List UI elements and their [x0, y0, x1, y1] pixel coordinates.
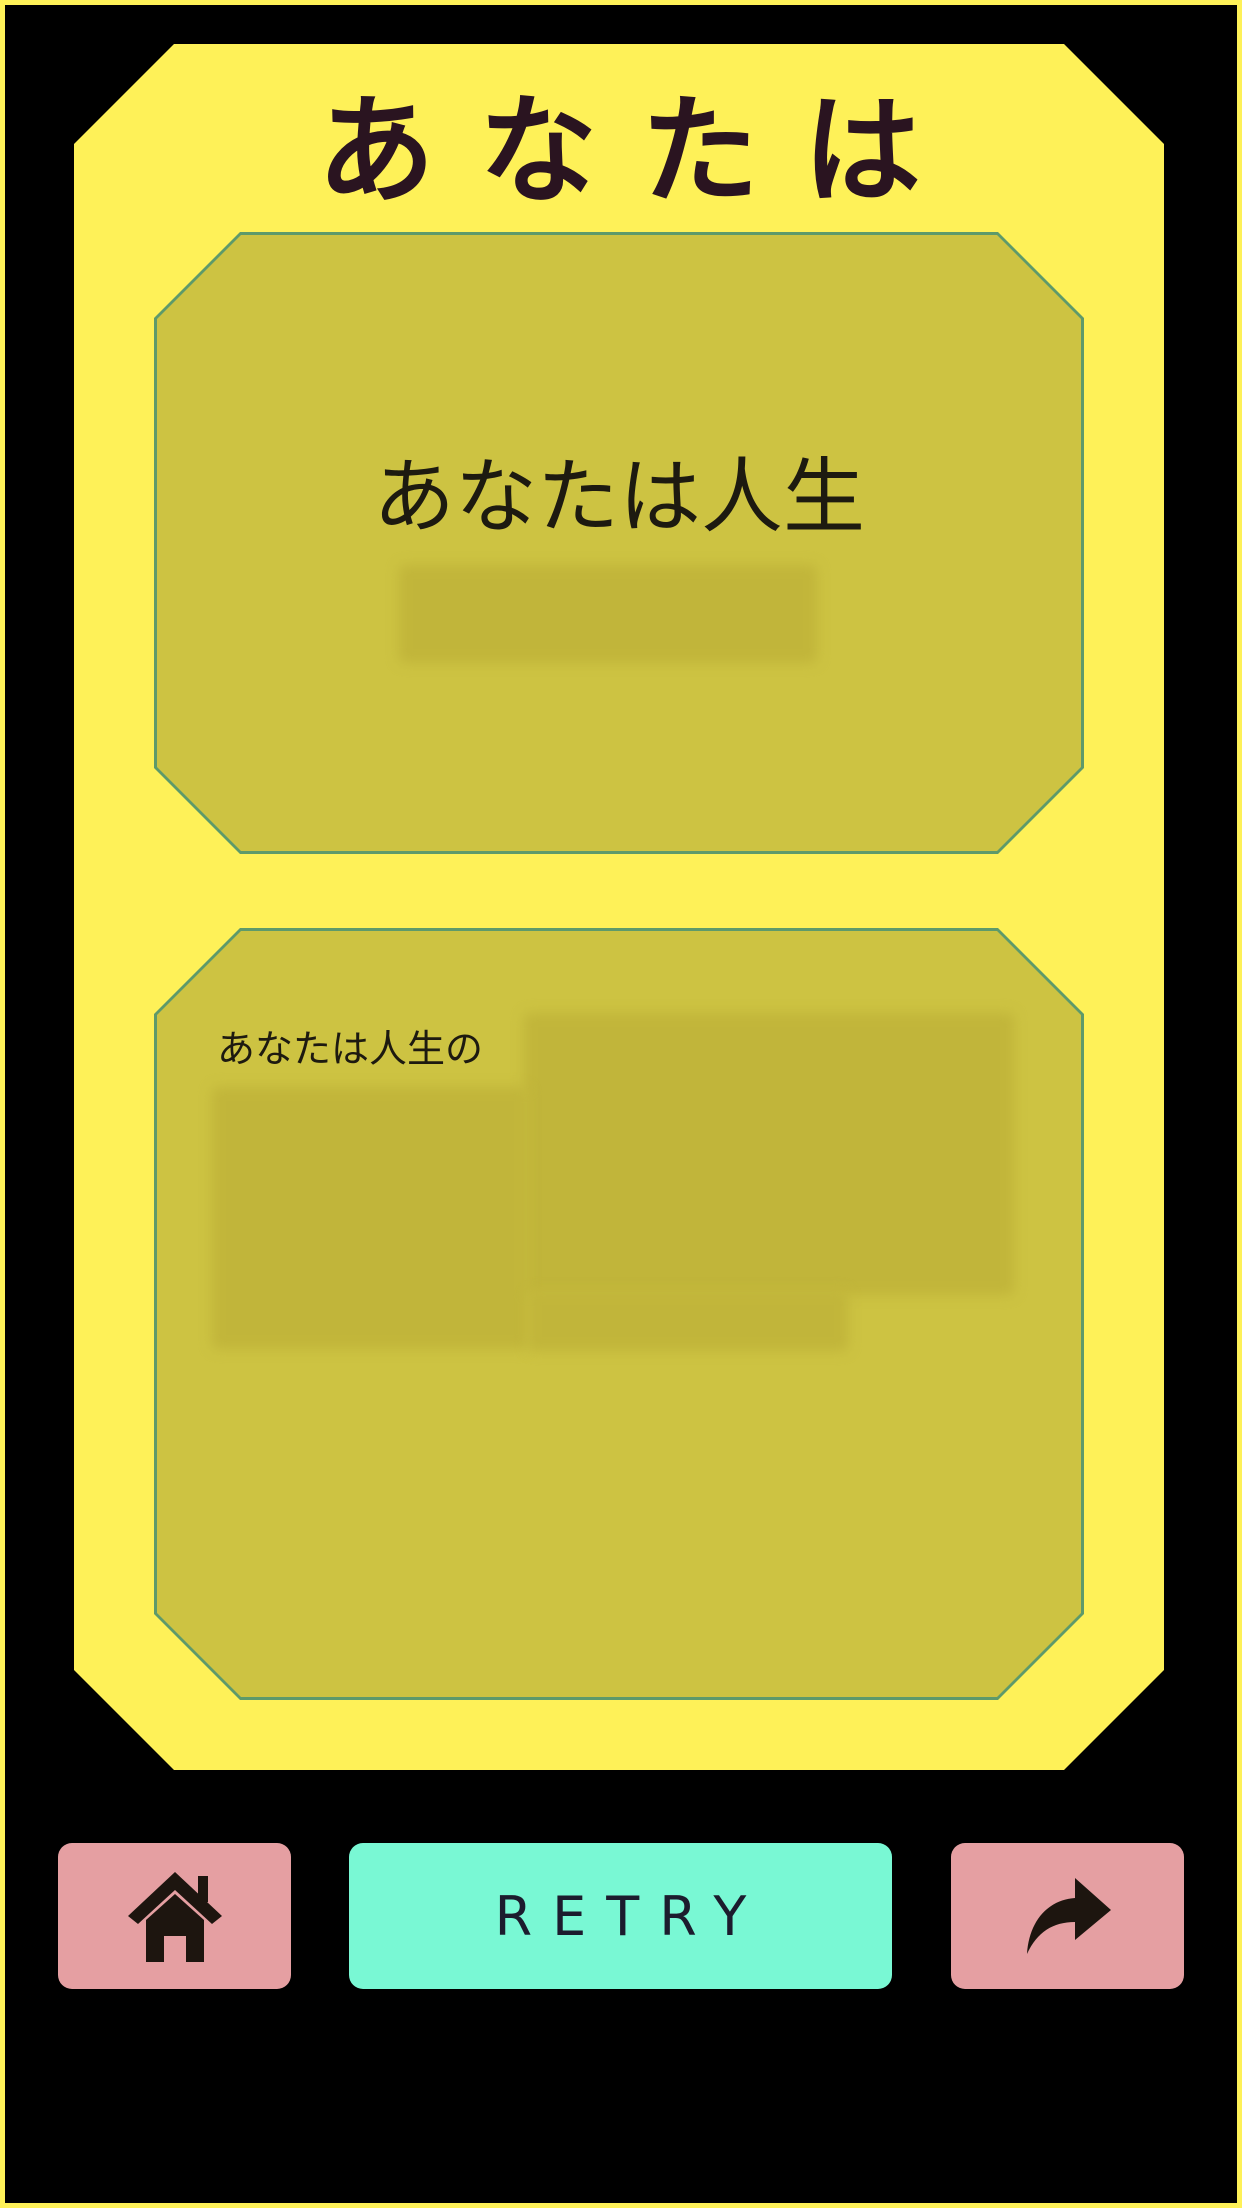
description-text: あなたは人生の [217, 1027, 484, 1071]
blurred-description [212, 1087, 528, 1349]
share-button[interactable] [951, 1843, 1184, 1989]
blurred-description [524, 1013, 1014, 1295]
blurred-result-subtitle [399, 565, 817, 663]
description-panel: あなたは人生の [154, 928, 1084, 1700]
result-card: あなたは あなたは人生 あなたは人生の [74, 44, 1164, 1770]
result-title: あなたは人生 [372, 450, 865, 545]
home-icon [127, 1872, 222, 1962]
home-button[interactable] [58, 1843, 291, 1989]
result-panel: あなたは人生 [154, 232, 1084, 854]
share-icon [1026, 1878, 1111, 1954]
retry-button[interactable]: RETRY [349, 1843, 892, 1989]
page-title: あなたは [316, 82, 965, 220]
blurred-description [528, 1291, 848, 1351]
